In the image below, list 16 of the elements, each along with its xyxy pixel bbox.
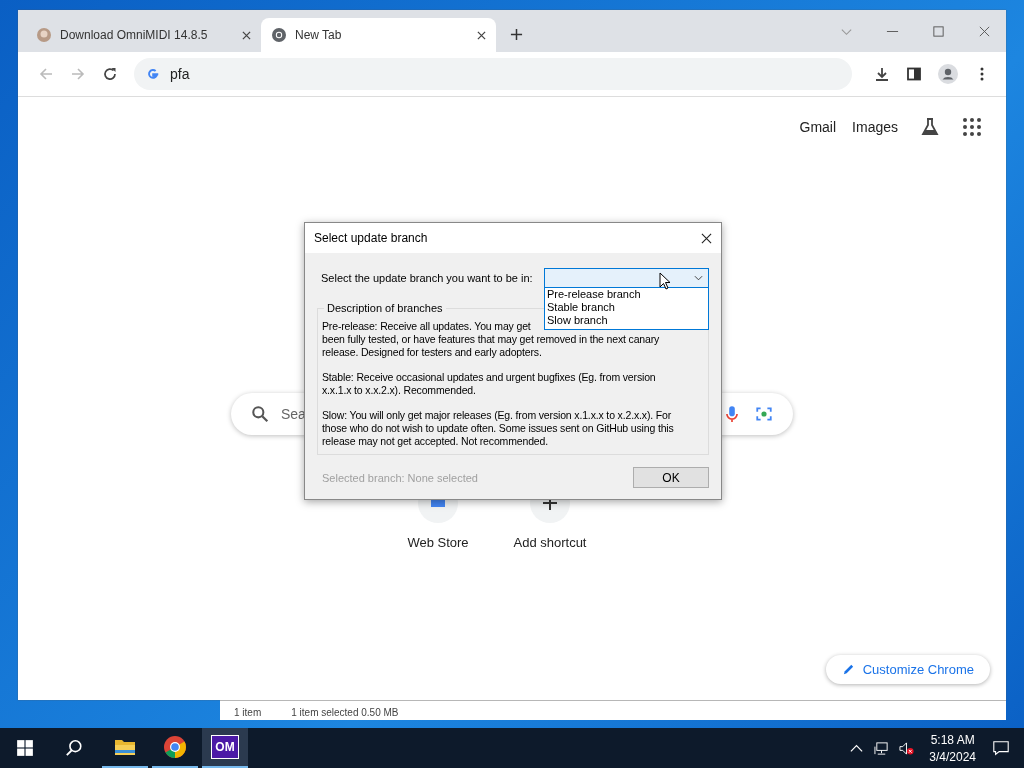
description-text: x.x.1.x to x.x.2.x). Recommended.	[322, 384, 476, 397]
description-text: release. Designed for testers and early adopters.	[322, 346, 542, 359]
tab-title: Download OmniMIDI 14.8.5	[60, 28, 209, 42]
status-text: 1 item	[234, 707, 262, 718]
description-text: release may not get accepted. Not recommended.	[322, 435, 548, 448]
description-text: Pre-release: Receive all updates. You may get	[322, 320, 531, 333]
status-text: Selected branch: None selected	[322, 471, 478, 484]
description-text: those who do not wish to update often. Some issues sent on GitHub using this	[322, 422, 674, 435]
description-text: Slow: You will only get major releases (Eg. from version x.1.x.x to x.2.x.x). For	[322, 409, 672, 422]
description-text: Stable: Receive occasional updates and urgent bugfixes (Eg. from version	[322, 371, 656, 384]
description-text: been fully tested, or have features that may get removed in the next canary	[322, 333, 660, 346]
group-title: Description of branches	[324, 302, 446, 314]
dialog-title: Select update branch	[314, 231, 428, 245]
tab-title: New Tab	[295, 28, 343, 42]
prompt-label: Select the update branch you want to be in:	[321, 272, 533, 284]
status-text: 1 item selected 0.50 MB	[291, 707, 399, 718]
